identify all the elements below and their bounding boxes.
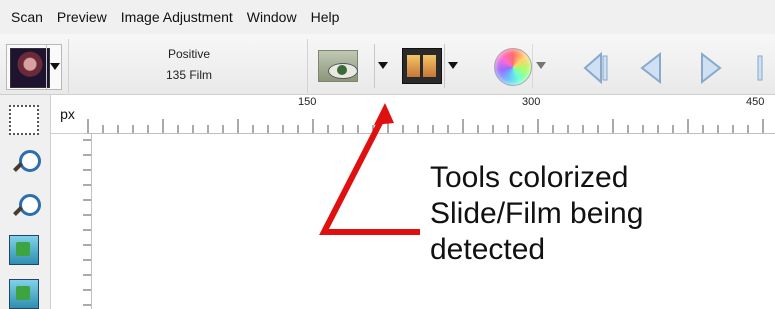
film-thumbnail-button[interactable] [6,44,62,90]
color-wheel-icon [494,48,532,86]
menu-scan[interactable]: Scan [0,0,50,34]
ruler-tick-label: 450 [746,96,765,108]
film-thumbnail-icon [10,48,50,88]
marquee-tool[interactable] [9,105,39,135]
eye-tool-button[interactable] [314,44,388,90]
toolbar: Positive 135 Film [0,34,775,95]
color-tool-button[interactable] [488,44,546,90]
eye-icon [318,50,358,82]
vertical-ruler [51,134,92,309]
color-tool-dropdown[interactable] [532,44,549,88]
menu-preview[interactable]: Preview [50,0,114,34]
film-mode-type: Positive [167,47,211,61]
film-mode-format: 135 Film [165,68,212,82]
film-strip-icon [402,48,442,84]
menu-bar: Scan Preview Image Adjustment Window Hel… [0,0,775,34]
film-mode-display[interactable]: Positive 135 Film [68,39,308,93]
forward-button[interactable] [690,44,730,90]
horizontal-ruler: 150 300 450 [84,95,775,134]
back-icon [640,51,661,85]
rotate-left-tool[interactable] [9,235,39,265]
menu-image-adjustment[interactable]: Image Adjustment [114,0,240,34]
film-strip-dropdown[interactable] [444,44,461,88]
skip-forward-icon [757,55,763,81]
ruler-tick-label: 150 [298,96,317,108]
magnifier-icon [19,194,41,216]
horizontal-ruler-ticks [87,119,764,133]
ruler-tick-label: 300 [522,96,541,108]
annotation-text: Tools colorized Slide/Film being detecte… [430,161,644,266]
menu-window[interactable]: Window [240,0,304,34]
rotate-right-tool[interactable] [9,279,39,309]
vertical-ruler-ticks [83,139,91,306]
skip-forward-button[interactable] [748,44,775,90]
tool-palette [0,95,51,309]
forward-icon [701,51,722,85]
skip-back-button[interactable] [575,44,615,90]
zoom-in-tool[interactable] [9,147,41,177]
skip-back-icon [583,51,608,85]
zoom-out-tool[interactable] [9,191,41,221]
menu-help[interactable]: Help [304,0,347,34]
magnifier-icon [19,150,41,172]
ruler-unit-label[interactable]: px [51,95,85,134]
back-button[interactable] [630,44,670,90]
eye-tool-dropdown[interactable] [374,44,391,88]
thumbnail-dropdown-arrow[interactable] [46,45,63,89]
film-strip-button[interactable] [398,44,458,90]
